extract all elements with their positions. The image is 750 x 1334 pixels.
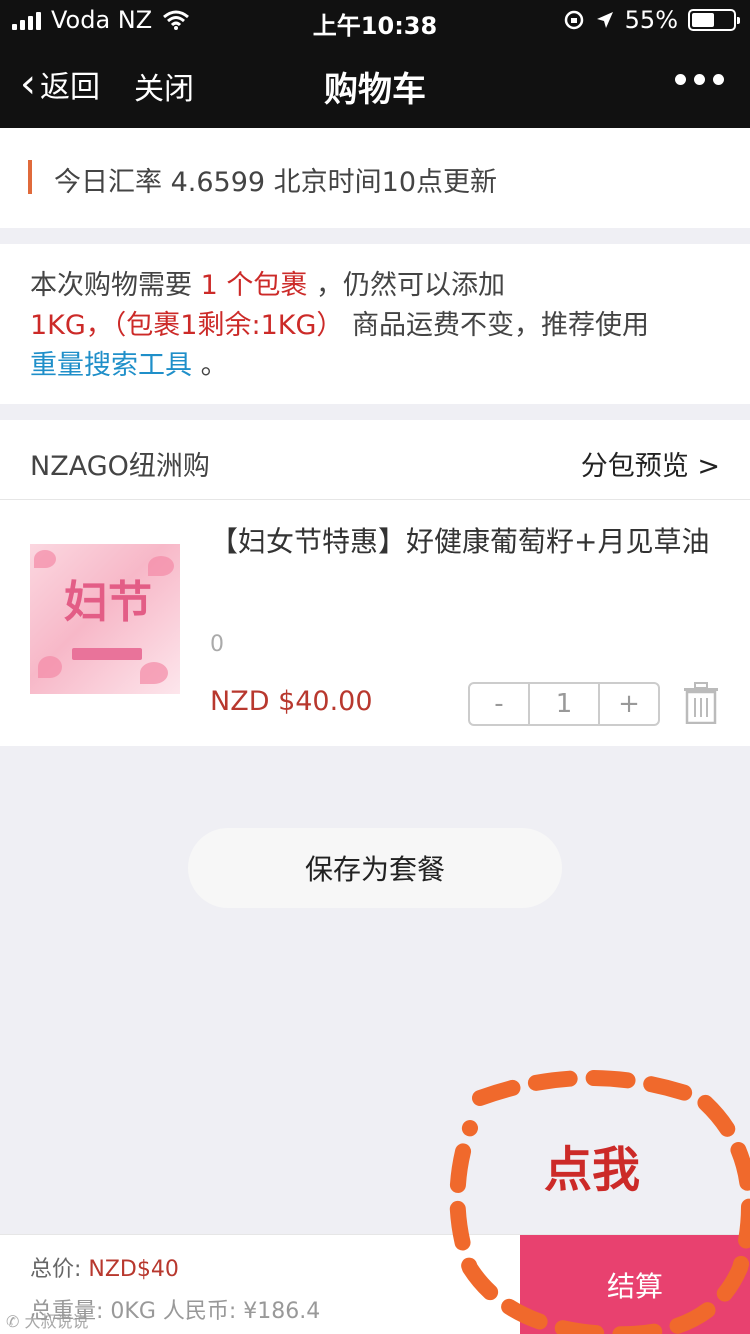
- exchange-rate-text: 今日汇率 4.6599 北京时间10点更新: [54, 167, 497, 198]
- total-price: 总价: NZD$40: [30, 1251, 179, 1283]
- notice-packages: 1 个包裹: [200, 270, 308, 301]
- save-as-package-button[interactable]: 保存为套餐: [188, 828, 562, 908]
- watermark: ✆ 大叔说说: [6, 1312, 89, 1331]
- more-icon[interactable]: [675, 74, 724, 85]
- page-title: 购物车: [324, 70, 426, 110]
- shop-name: NZAGO纽洲购: [30, 451, 210, 482]
- notice-end: 。: [192, 350, 228, 381]
- status-bar: Voda NZ 上午10:38 55%: [0, 0, 750, 40]
- increase-button[interactable]: +: [600, 684, 658, 724]
- rotation-lock-icon: [564, 10, 583, 30]
- product-name[interactable]: 【妇女节特惠】好健康葡萄籽+月见草油: [210, 520, 720, 564]
- quantity-input[interactable]: 1: [528, 684, 600, 724]
- nav-bar: ‹ 返回 关闭 购物车: [0, 40, 750, 128]
- battery-icon: [688, 9, 740, 31]
- shop-card: NZAGO纽洲购 分包预览 > 妇节 【妇女节特惠】好健康葡萄籽+月见草油 0 …: [0, 420, 750, 746]
- battery-percent: 55%: [624, 6, 678, 34]
- exchange-rate-banner: 今日汇率 4.6599 北京时间10点更新: [0, 128, 750, 228]
- trash-icon[interactable]: [683, 682, 719, 724]
- package-notice: 本次购物需要 1 个包裹 ，仍然可以添加 1KG，（包裹1剩余:1KG） 商品运…: [0, 244, 750, 404]
- quantity-stepper: - 1 +: [468, 682, 660, 726]
- notice-prefix: 本次购物需要: [30, 270, 201, 301]
- accent-bar: [28, 160, 32, 194]
- notice-remaining: 1KG，（包裹1剩余:1KG）: [30, 310, 344, 341]
- product-price: NZD $40.00: [210, 686, 373, 717]
- notice-suffix: 商品运费不变，推荐使用: [343, 310, 649, 341]
- location-icon: [596, 12, 613, 28]
- status-right: 55%: [563, 6, 740, 34]
- notice-mid: ，仍然可以添加: [307, 270, 505, 301]
- total-label: 总价:: [30, 1257, 89, 1282]
- decrease-button[interactable]: -: [470, 684, 528, 724]
- dashed-circle-icon: [449, 1070, 750, 1334]
- tap-me-annotation: 点我: [440, 1068, 750, 1334]
- total-value: NZD$40: [88, 1257, 179, 1282]
- weight-search-tool-link[interactable]: 重量搜索工具: [30, 350, 192, 381]
- product-spec: 0: [210, 632, 224, 657]
- shop-header: NZAGO纽洲购 分包预览 >: [0, 420, 750, 500]
- package-preview-link[interactable]: 分包预览 >: [581, 444, 720, 483]
- annotation-text: 点我: [544, 1142, 641, 1198]
- product-image[interactable]: 妇节: [30, 544, 180, 694]
